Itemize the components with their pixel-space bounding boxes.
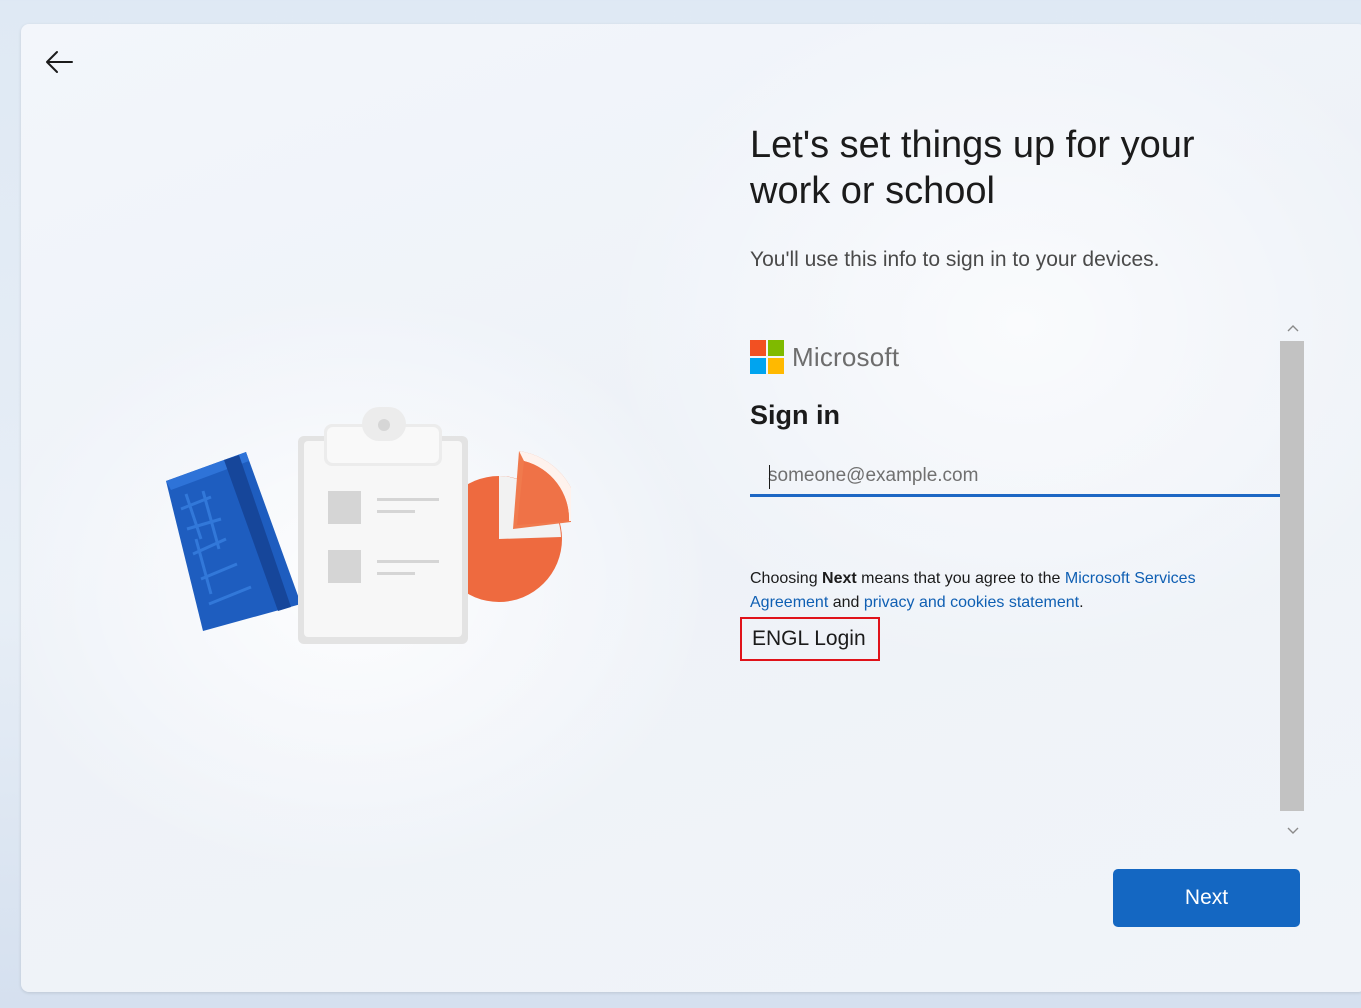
notebook-icon [166, 452, 301, 631]
engl-login-option[interactable]: ENGL Login [740, 617, 880, 661]
notebook-clipboard-pie-illustration [166, 407, 571, 644]
arrow-left-icon [46, 51, 73, 73]
microsoft-squares-icon [750, 340, 784, 374]
microsoft-wordmark: Microsoft [792, 341, 900, 372]
agreement-text: Choosing Next means that you agree to th… [750, 567, 1270, 615]
scroll-thumb[interactable] [1280, 341, 1304, 811]
back-button[interactable] [39, 44, 79, 80]
page-subtitle: You'll use this info to sign in to your … [750, 248, 1160, 271]
signin-frame: Microsoft Sign in Choosing Next means th… [740, 292, 1305, 834]
scroll-up-button[interactable] [1280, 317, 1305, 339]
email-field[interactable] [750, 457, 1280, 497]
agreement-middle: means that you agree to the [856, 570, 1065, 587]
chevron-up-icon [1287, 325, 1298, 332]
signin-heading: Sign in [750, 400, 840, 430]
chevron-down-icon [1287, 827, 1298, 834]
oobe-window: Let's set things up for your work or sch… [21, 24, 1361, 992]
agreement-suffix: . [1079, 594, 1084, 611]
next-button[interactable]: Next [1113, 869, 1300, 927]
signin-scrollbar[interactable] [1280, 317, 1305, 845]
scroll-down-button[interactable] [1280, 820, 1305, 842]
page-title: Let's set things up for your work or sch… [750, 124, 1195, 212]
clipboard-icon [298, 407, 468, 644]
agreement-bold-next: Next [822, 570, 857, 587]
text-caret [769, 465, 770, 489]
microsoft-logo: Microsoft [750, 340, 899, 374]
agreement-and: and [828, 594, 864, 611]
privacy-statement-link[interactable]: privacy and cookies statement [864, 594, 1079, 611]
agreement-prefix: Choosing [750, 570, 823, 587]
